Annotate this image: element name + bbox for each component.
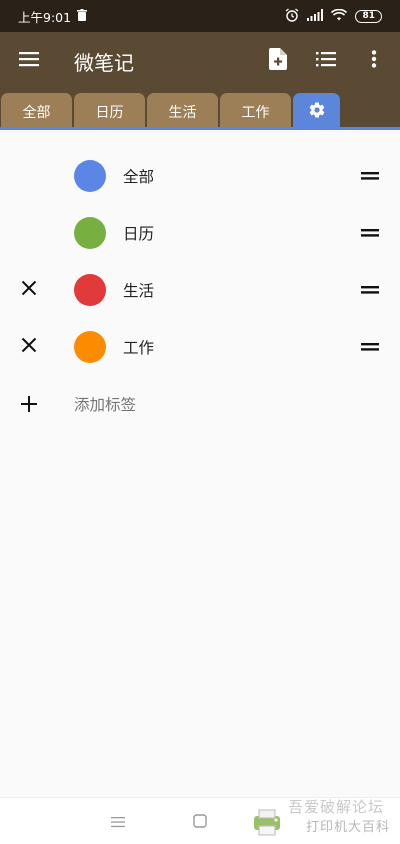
- remove-label-button[interactable]: [8, 326, 50, 368]
- drag-handle-icon[interactable]: [358, 164, 382, 188]
- home-button[interactable]: [188, 810, 212, 834]
- plus-icon: [8, 383, 50, 425]
- tab-work[interactable]: 工作: [220, 93, 291, 130]
- tab-settings[interactable]: [293, 93, 340, 130]
- close-icon: [21, 337, 37, 357]
- status-time: 上午9:01: [18, 9, 72, 25]
- note-add-icon: [269, 48, 287, 74]
- tab-strip: 全部 日历 生活 工作: [0, 90, 400, 130]
- add-label-button[interactable]: 添加标签: [0, 375, 400, 432]
- list-item: 工作: [0, 318, 400, 375]
- watermark: 吾爱破解论坛 打印机大百科: [250, 796, 396, 840]
- printer-logo-icon: [252, 808, 282, 836]
- app-bar: 微笔记: [0, 32, 400, 90]
- label-color-dot[interactable]: [74, 330, 106, 363]
- drag-handle-icon[interactable]: [358, 278, 382, 302]
- list-view-button[interactable]: [302, 37, 350, 85]
- square-icon: [193, 813, 207, 832]
- menu-lines-icon: [111, 813, 125, 832]
- hamburger-icon: [19, 51, 39, 71]
- label-name: 全部: [123, 167, 155, 186]
- tab-life[interactable]: 生活: [147, 93, 218, 130]
- status-bar: 上午9:01 81: [0, 0, 400, 32]
- alarm-icon: [285, 7, 299, 25]
- remove-label-button[interactable]: [8, 269, 50, 311]
- new-note-button[interactable]: [254, 37, 302, 85]
- list-item: 日历: [0, 204, 400, 261]
- signal-icon: [307, 8, 324, 24]
- more-options-button[interactable]: [350, 37, 398, 85]
- label-color-dot[interactable]: [74, 159, 106, 192]
- add-label-text: 添加标签: [74, 395, 137, 414]
- tab-label: 工作: [241, 104, 270, 121]
- tab-label: 全部: [22, 104, 51, 121]
- menu-button[interactable]: [5, 37, 53, 85]
- watermark-line2: 打印机大百科: [305, 820, 390, 835]
- tab-calendar[interactable]: 日历: [74, 93, 145, 130]
- list-item: 生活: [0, 261, 400, 318]
- tab-label: 日历: [95, 104, 124, 121]
- tab-label: 生活: [168, 104, 197, 121]
- label-name: 生活: [123, 281, 155, 300]
- watermark-line1: 吾爱破解论坛: [287, 798, 384, 816]
- label-name: 工作: [123, 338, 155, 357]
- list-item: 全部: [0, 147, 400, 204]
- close-icon: [21, 280, 37, 300]
- tab-indicator: [0, 127, 400, 130]
- wifi-icon: [331, 8, 348, 24]
- drag-handle-icon[interactable]: [358, 221, 382, 245]
- battery-indicator: 81: [355, 9, 382, 23]
- label-list: 全部 日历 生活 工作 添加标签: [0, 147, 400, 432]
- trash-icon: [77, 8, 88, 24]
- gear-icon: [308, 101, 326, 123]
- label-color-dot[interactable]: [74, 216, 106, 249]
- more-vert-icon: [371, 50, 377, 72]
- tab-all[interactable]: 全部: [1, 93, 72, 130]
- label-name: 日历: [123, 224, 155, 243]
- app-title: 微笔记: [74, 50, 134, 75]
- list-icon: [316, 51, 336, 71]
- label-color-dot[interactable]: [74, 273, 106, 306]
- drag-handle-icon[interactable]: [358, 335, 382, 359]
- recent-apps-button[interactable]: [106, 810, 130, 834]
